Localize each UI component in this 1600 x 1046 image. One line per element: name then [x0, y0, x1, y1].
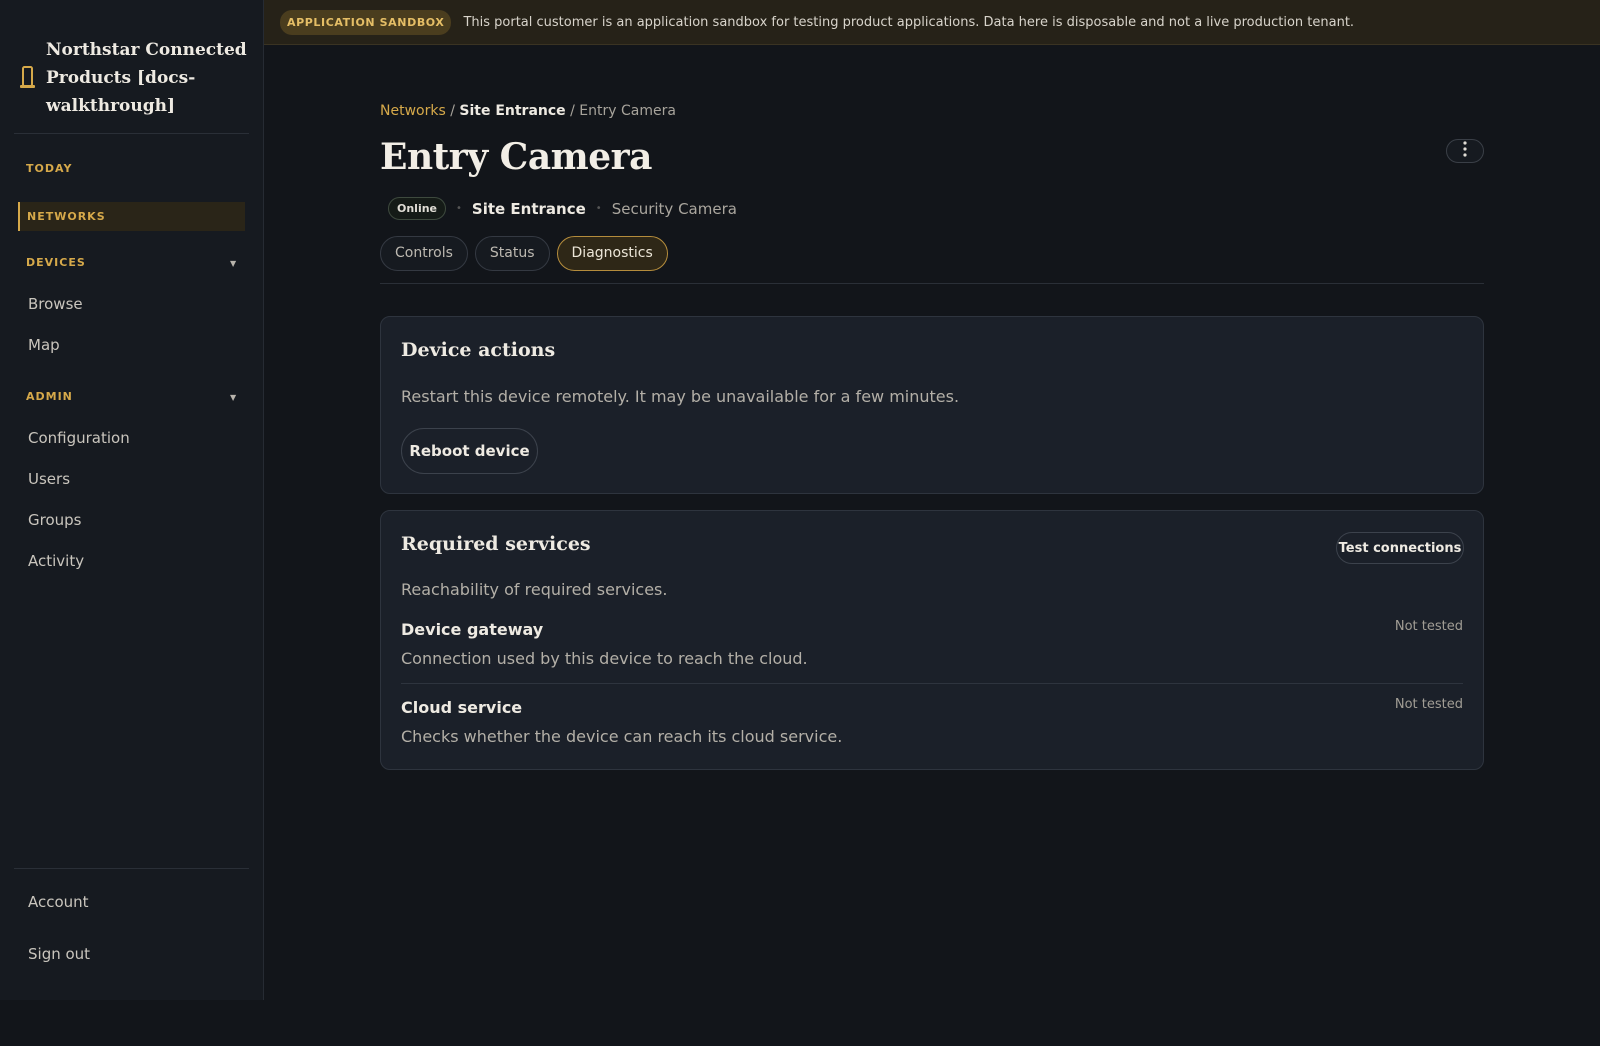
device-type: Security Camera: [611, 199, 737, 218]
service-name: Device gateway: [401, 620, 544, 639]
service-description: Checks whether the device can reach its …: [401, 727, 843, 746]
sandbox-badge: APPLICATION SANDBOX: [280, 9, 452, 35]
sign-out-link[interactable]: Sign out: [28, 945, 90, 963]
meta-separator: •: [456, 203, 462, 214]
sidebar-section-admin[interactable]: ADMIN: [26, 390, 73, 403]
breadcrumb-current: Entry Camera: [579, 103, 676, 119]
tabs-divider: [380, 283, 1484, 284]
chevron-down-icon[interactable]: ▼: [230, 393, 236, 402]
sidebar-item-browse[interactable]: Browse: [28, 295, 83, 313]
more-vertical-icon: [1463, 141, 1467, 161]
sandbox-banner: APPLICATION SANDBOX This portal customer…: [264, 0, 1600, 45]
page-title: Entry Camera: [380, 136, 652, 178]
tab-status[interactable]: Status: [474, 236, 550, 271]
tab-bar: Controls Status Diagnostics: [380, 236, 675, 271]
sidebar-item-account[interactable]: Account: [28, 893, 89, 911]
brand[interactable]: Northstar Connected Products [docs-walkt…: [18, 36, 254, 120]
meta-separator: •: [595, 203, 602, 214]
device-actions-card: Device actions Restart this device remot…: [380, 316, 1484, 494]
sidebar-divider: [14, 133, 249, 134]
service-name: Cloud service: [401, 698, 523, 717]
sidebar-item-today[interactable]: TODAY: [26, 162, 72, 175]
sidebar: Northstar Connected Products [docs-walkt…: [0, 0, 264, 1000]
status-badge: Online: [388, 197, 447, 220]
service-status: Not tested: [1394, 697, 1463, 712]
device-site: Site Entrance: [471, 199, 586, 218]
breadcrumb-separator: /: [570, 103, 575, 119]
service-divider: [401, 683, 1463, 684]
tab-controls[interactable]: Controls: [380, 236, 468, 271]
service-status: Not tested: [1394, 619, 1463, 634]
reboot-device-button[interactable]: Reboot device: [401, 428, 538, 474]
device-actions-title: Device actions: [401, 339, 556, 361]
breadcrumb-separator: /: [450, 103, 455, 119]
chevron-down-icon[interactable]: ▼: [230, 259, 236, 268]
brand-title: Northstar Connected Products [docs-walkt…: [46, 40, 247, 116]
service-description: Connection used by this device to reach …: [401, 649, 808, 668]
sidebar-item-activity[interactable]: Activity: [28, 552, 84, 570]
sidebar-item-map[interactable]: Map: [28, 336, 60, 354]
sidebar-item-configuration[interactable]: Configuration: [28, 429, 130, 447]
sidebar-item-groups[interactable]: Groups: [28, 511, 81, 529]
required-services-card: Required services Test connections Reach…: [380, 510, 1484, 770]
more-options-button[interactable]: [1446, 139, 1484, 163]
device-actions-description: Restart this device remotely. It may be …: [401, 387, 960, 406]
sidebar-item-networks[interactable]: NETWORKS: [18, 202, 245, 231]
breadcrumb-networks[interactable]: Networks: [380, 103, 446, 119]
breadcrumb: Networks / Site Entrance / Entry Camera: [380, 103, 676, 119]
sidebar-section-devices[interactable]: DEVICES: [26, 256, 86, 269]
sandbox-banner-text: This portal customer is an application s…: [463, 14, 1355, 30]
breadcrumb-site[interactable]: Site Entrance: [459, 103, 565, 119]
sidebar-divider: [14, 868, 249, 869]
required-services-title: Required services: [401, 533, 591, 555]
sidebar-item-users[interactable]: Users: [28, 470, 70, 488]
device-meta: Online • Site Entrance • Security Camera: [388, 197, 737, 220]
building-icon: [18, 65, 36, 91]
required-services-description: Reachability of required services.: [401, 580, 668, 599]
tab-diagnostics[interactable]: Diagnostics: [556, 236, 668, 271]
test-connections-button[interactable]: Test connections: [1336, 532, 1464, 564]
